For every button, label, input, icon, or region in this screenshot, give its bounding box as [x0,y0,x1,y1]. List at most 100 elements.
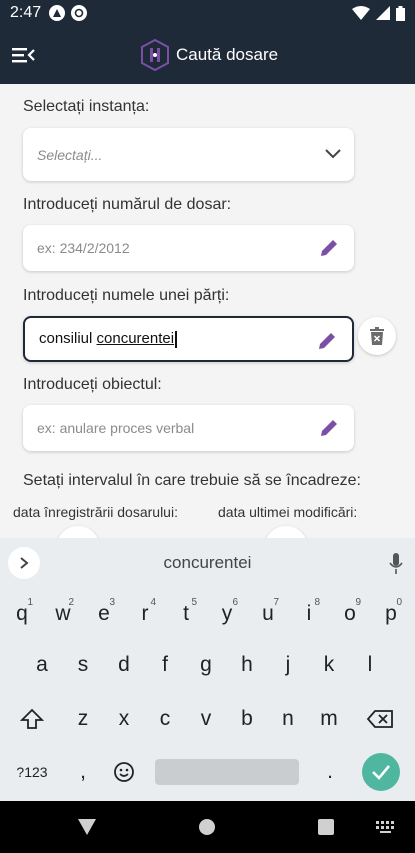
court-label: Selectați instanța: [23,98,150,115]
object-input[interactable]: ex: anulare proces verbal [23,405,354,451]
keyboard: q1 w2 e3 r4 t5 y6 u7 i8 o9 p0 a s d f g … [0,588,415,801]
pencil-icon [321,420,337,436]
case-number-placeholder: ex: 234/2/2012 [37,240,130,256]
key-d[interactable]: d [104,645,144,685]
space-key[interactable] [155,759,299,785]
comma-key[interactable]: , [63,752,103,792]
key-j[interactable]: j [268,645,308,685]
key-letter: e [98,602,110,625]
shift-icon [20,708,44,729]
key-u[interactable]: u7 [248,594,288,634]
enter-key[interactable] [362,753,400,791]
system-nav-bar [0,801,415,853]
pencil-icon [321,240,337,256]
key-m[interactable]: m [309,699,349,739]
key-letter: o [344,602,356,625]
key-letter: q [16,602,28,625]
key-number: 3 [109,597,115,608]
court-select-value: Selectați... [37,146,103,163]
notification-icon [49,5,66,21]
key-i[interactable]: i8 [289,594,329,634]
key-number: 5 [191,597,197,608]
app-bar: Caută dosare [0,26,415,84]
backspace-key[interactable] [360,699,400,739]
status-bar: 2:47 [0,0,415,26]
period-key[interactable]: . [310,752,350,792]
key-v[interactable]: v [186,699,226,739]
key-g[interactable]: g [186,645,226,685]
key-number: 0 [396,597,402,608]
wifi-icon [352,6,370,20]
key-l[interactable]: l [350,645,390,685]
key-letter: y [221,602,233,625]
key-number: 6 [232,597,238,608]
keyboard-suggestion-bar: concurentei [0,538,415,588]
key-y[interactable]: y6 [207,594,247,634]
emoji-key[interactable] [104,752,144,792]
keyboard-switch-icon[interactable] [376,821,396,833]
key-f[interactable]: f [145,645,185,685]
key-number: 2 [68,597,74,608]
registration-date-button[interactable] [56,526,100,538]
key-letter: i [306,602,312,625]
key-r[interactable]: r4 [125,594,165,634]
key-o[interactable]: o9 [330,594,370,634]
key-a[interactable]: a [22,645,62,685]
party-name-value: consiliul concurentei [39,330,177,348]
key-letter: u [262,602,274,625]
backspace-icon [366,710,393,728]
modification-date-label: data ultimei modificări: [218,504,358,520]
battery-icon [396,5,405,21]
trash-icon [370,327,384,345]
key-letter: t [183,602,189,625]
shift-key[interactable] [12,699,52,739]
home-icon[interactable] [199,819,215,835]
case-number-label: Introduceți numărul de dosar: [23,196,232,213]
object-label: Introduceți obiectul: [23,376,162,393]
key-p[interactable]: p0 [371,594,411,634]
key-w[interactable]: w2 [43,594,83,634]
microphone-icon[interactable] [389,553,403,575]
registration-date-label: data înregistrării dosarului: [13,504,178,520]
key-number: 8 [314,597,320,608]
key-x[interactable]: x [104,699,144,739]
key-n[interactable]: n [268,699,308,739]
app-logo-icon [141,38,169,72]
menu-icon[interactable] [10,43,36,67]
key-number: 4 [150,597,156,608]
key-e[interactable]: e3 [84,594,124,634]
key-number: 1 [27,597,33,608]
key-z[interactable]: z [63,699,103,739]
emoji-icon [114,762,134,782]
recents-icon[interactable] [318,819,334,835]
key-t[interactable]: t5 [166,594,206,634]
key-c[interactable]: c [145,699,185,739]
key-q[interactable]: q1 [2,594,42,634]
clear-party-button[interactable] [358,317,396,355]
object-placeholder: ex: anulare proces verbal [37,420,195,436]
search-form: Selectați instanța: Selectați... Introdu… [0,84,415,538]
interval-label: Setați intervalul în care trebuie să se … [23,472,361,489]
party-name-input[interactable]: consiliul concurentei [23,316,354,362]
chevron-down-icon [325,149,341,159]
status-time: 2:47 [10,4,42,21]
key-h[interactable]: h [227,645,267,685]
modification-date-button[interactable] [264,526,308,538]
check-icon [372,765,390,780]
party-name-word: concurentei [96,330,175,348]
page-title: Caută dosare [176,45,279,64]
key-k[interactable]: k [309,645,349,685]
court-select[interactable]: Selectați... [23,128,354,181]
key-letter: r [141,602,149,625]
key-number: 9 [355,597,361,608]
symbols-key[interactable]: ?123 [12,752,52,792]
back-icon[interactable] [78,819,96,835]
key-s[interactable]: s [63,645,103,685]
case-number-input[interactable]: ex: 234/2/2012 [23,225,354,271]
signal-icon [376,6,390,20]
key-b[interactable]: b [227,699,267,739]
key-letter: p [385,602,397,625]
key-number: 7 [273,597,279,608]
suggestion-word[interactable]: concurentei [0,553,415,573]
party-label: Introduceți numele unei părți: [23,287,230,304]
